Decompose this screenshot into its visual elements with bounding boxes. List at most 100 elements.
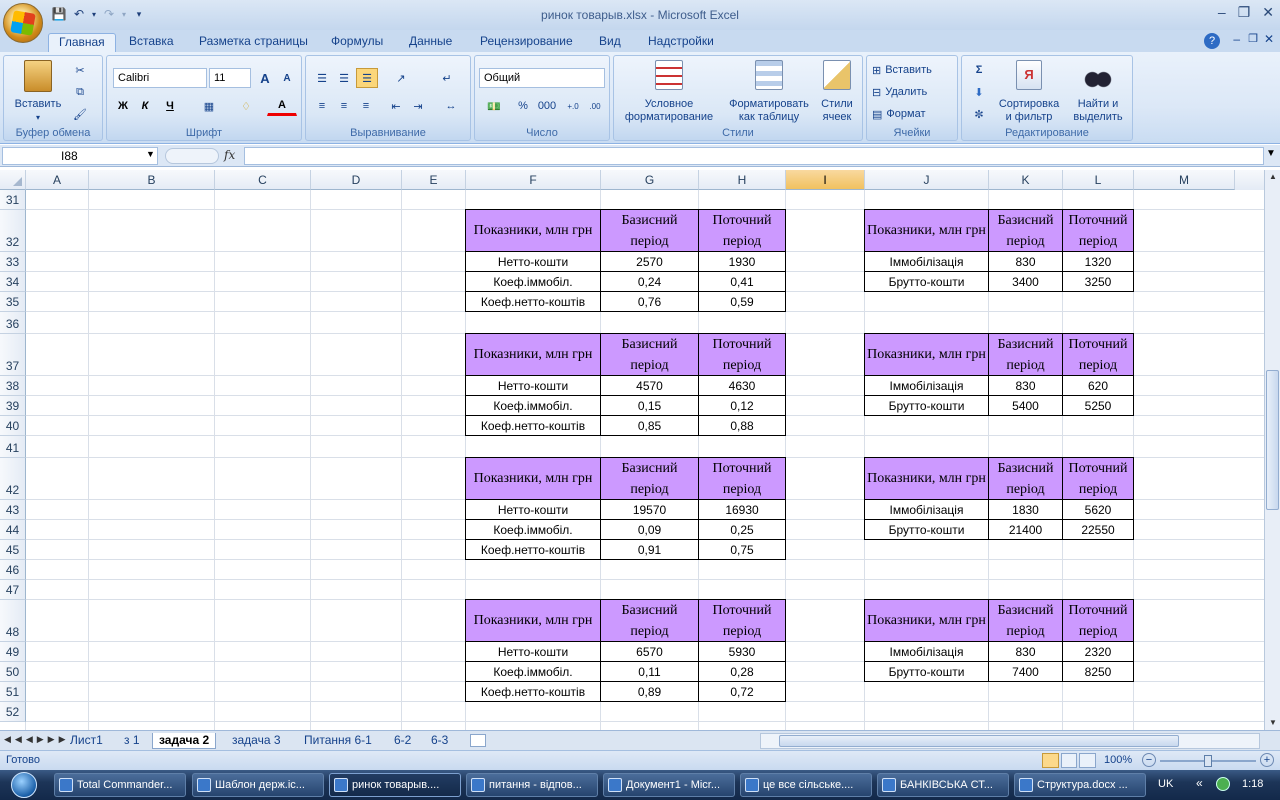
fill-icon[interactable]: ⬇ [966, 82, 992, 102]
table-cell-label[interactable]: Коеф.іммобіл. [466, 272, 601, 292]
office-button[interactable] [3, 3, 43, 43]
table-cell-value[interactable]: 0,76 [601, 292, 699, 312]
font-color-icon[interactable]: A [267, 96, 297, 116]
sheet-nav-icon[interactable]: ◀◀◀▶▶▶ [4, 734, 70, 745]
bold-button[interactable]: Ж [113, 96, 133, 116]
table-cell-value[interactable]: 3400 [989, 272, 1063, 292]
table-cell-value[interactable]: 5620 [1063, 500, 1134, 520]
expand-formula-bar-icon[interactable]: ▼ [1266, 148, 1276, 159]
taskbar-item[interactable]: БАНКІВСЬКА СТ... [877, 773, 1009, 797]
table-cell-label[interactable]: Нетто-кошти [466, 376, 601, 396]
table-header-base-period[interactable]: Базисний період [989, 600, 1063, 642]
table-cell-value[interactable]: 0,24 [601, 272, 699, 292]
name-box[interactable]: I88 [2, 147, 158, 165]
table-cell-value[interactable]: 0,88 [699, 416, 786, 436]
normal-view-icon[interactable] [1042, 753, 1059, 768]
conditional-formatting-button[interactable]: Условное форматирование [616, 60, 722, 124]
table-cell-value[interactable]: 0,25 [699, 520, 786, 540]
table-cell-label[interactable]: Іммобілізація [865, 376, 989, 396]
currency-icon[interactable]: 💵 [479, 96, 509, 116]
taskbar-item[interactable]: Шаблон держ.іс... [192, 773, 324, 797]
scroll-up-icon[interactable]: ▲ [1266, 170, 1280, 184]
row-header-31[interactable]: 31 [0, 190, 26, 210]
column-header-b[interactable]: B [89, 170, 215, 190]
horizontal-scroll-thumb[interactable] [779, 735, 1179, 747]
table-header-indicators[interactable]: Показники, млн грн [466, 458, 601, 500]
tray-antivirus-icon[interactable] [1216, 777, 1230, 791]
align-center-icon[interactable]: ≡ [334, 96, 354, 116]
worksheet-grid[interactable]: ABCDEFGHIJKLM 31 32 33 34 35 36 37 38 39 40 41 42 43… [0, 170, 1264, 730]
increase-decimal-icon[interactable]: +.0 [563, 96, 583, 116]
delete-cells-button[interactable]: ⊟ Удалить [871, 82, 955, 102]
row-header-52[interactable]: 52 [0, 702, 26, 722]
table-cell-value[interactable]: 5930 [699, 642, 786, 662]
align-bottom-icon[interactable]: ☰ [356, 68, 378, 88]
row-header-45[interactable]: 45 [0, 540, 26, 560]
table-cell-value[interactable]: 0,11 [601, 662, 699, 682]
row-header-40[interactable]: 40 [0, 416, 26, 436]
table-header-base-period[interactable]: Базисний період [989, 458, 1063, 500]
select-all-corner[interactable] [0, 170, 26, 190]
table-header-base-period[interactable]: Базисний період [989, 210, 1063, 252]
taskbar-item[interactable]: ринок товарыв.... [329, 773, 461, 797]
sheet-tab-z1[interactable]: з 1 [118, 733, 146, 749]
table-cell-value[interactable]: 0,28 [699, 662, 786, 682]
help-icon[interactable]: ? [1204, 33, 1220, 49]
start-button[interactable] [0, 770, 48, 800]
zoom-out-icon[interactable]: − [1142, 753, 1156, 767]
table-cell-value[interactable]: 6570 [601, 642, 699, 662]
table-cell-label[interactable]: Коеф.нетто-коштів [466, 540, 601, 560]
increase-indent-icon[interactable]: ⇥ [408, 96, 428, 116]
table-cell-label[interactable]: Коеф.нетто-коштів [466, 292, 601, 312]
borders-icon[interactable]: ▦ [195, 96, 223, 116]
table-cell-value[interactable]: 0,41 [699, 272, 786, 292]
sheet-tab-63[interactable]: 6-3 [425, 733, 454, 749]
tab-review[interactable]: Рецензирование [470, 33, 583, 52]
table-cell-label[interactable]: Брутто-кошти [865, 520, 989, 540]
column-header-l[interactable]: L [1063, 170, 1134, 190]
cut-icon[interactable]: ✂ [70, 60, 90, 80]
table-cell-value[interactable]: 0,85 [601, 416, 699, 436]
column-header-h[interactable]: H [699, 170, 786, 190]
insert-function-button[interactable]: fx [224, 148, 235, 162]
row-header-35[interactable]: 35 [0, 292, 26, 312]
zoom-level[interactable]: 100% [1104, 754, 1132, 766]
table-cell-value[interactable]: 830 [989, 252, 1063, 272]
scroll-down-icon[interactable]: ▼ [1266, 716, 1280, 730]
shrink-font-icon[interactable]: A [277, 68, 297, 88]
table-header-current-period[interactable]: Поточний період [699, 210, 786, 252]
sheet-tab-task2[interactable]: задача 2 [152, 733, 217, 749]
table-header-current-period[interactable]: Поточний період [1063, 334, 1134, 376]
format-as-table-button[interactable]: Форматировать как таблицу [722, 60, 816, 124]
table-cell-value[interactable]: 2320 [1063, 642, 1134, 662]
insert-cells-button[interactable]: ⊞ Вставить [871, 60, 955, 80]
column-header-m[interactable]: M [1134, 170, 1235, 190]
table-cell-value[interactable]: 0,15 [601, 396, 699, 416]
table-header-indicators[interactable]: Показники, млн грн [466, 210, 601, 252]
name-box-dropdown-icon[interactable]: ▼ [146, 149, 155, 159]
language-indicator[interactable]: UK [1158, 778, 1173, 790]
table-cell-label[interactable]: Брутто-кошти [865, 272, 989, 292]
table-cell-label[interactable]: Коеф.іммобіл. [466, 662, 601, 682]
table-cell-value[interactable]: 16930 [699, 500, 786, 520]
clear-icon[interactable]: ✼ [966, 104, 992, 124]
table-cell-value[interactable]: 830 [989, 642, 1063, 662]
table-cell-value[interactable]: 5250 [1063, 396, 1134, 416]
table-cell-label[interactable]: Коеф.іммобіл. [466, 396, 601, 416]
table-header-indicators[interactable]: Показники, млн грн [865, 210, 989, 252]
table-header-current-period[interactable]: Поточний період [699, 600, 786, 642]
column-header-c[interactable]: C [215, 170, 311, 190]
row-header-48[interactable]: 48 [0, 600, 26, 642]
column-header-a[interactable]: A [26, 170, 89, 190]
minimize-icon[interactable]: – [1218, 4, 1226, 21]
tab-formulas[interactable]: Формулы [321, 33, 393, 52]
thousands-button[interactable]: 000 [535, 96, 559, 116]
sheet-tab-task3[interactable]: задача 3 [226, 733, 287, 749]
italic-button[interactable]: К [135, 96, 155, 116]
row-header-51[interactable]: 51 [0, 682, 26, 702]
table-cell-label[interactable]: Іммобілізація [865, 500, 989, 520]
vertical-scroll-thumb[interactable] [1266, 370, 1279, 510]
table-cell-value[interactable]: 19570 [601, 500, 699, 520]
column-header-e[interactable]: E [402, 170, 466, 190]
decrease-indent-icon[interactable]: ⇤ [386, 96, 406, 116]
